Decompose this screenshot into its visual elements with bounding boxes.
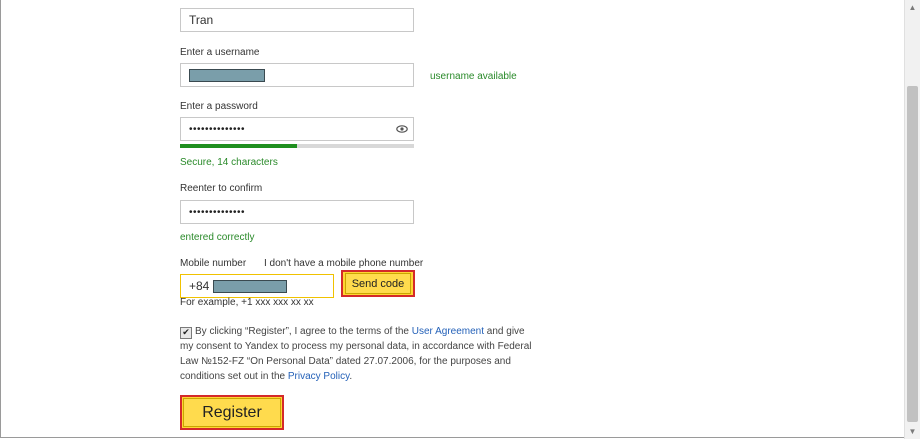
confirm-label: Reenter to confirm xyxy=(180,183,263,194)
register-label: Register xyxy=(183,398,281,427)
redacted-phone xyxy=(213,279,288,293)
scroll-up-arrow-icon[interactable]: ▲ xyxy=(905,0,920,15)
agree-checkbox[interactable]: ✔ xyxy=(180,327,192,339)
phone-example: For example, +1 xxx xxx xx xx xyxy=(180,297,314,308)
phone-prefix: +84 xyxy=(189,279,210,293)
username-label: Enter a username xyxy=(180,47,260,58)
mobile-label: Mobile number xyxy=(180,258,247,269)
password-strength-fill xyxy=(180,144,297,148)
username-status: username available xyxy=(430,71,517,82)
scroll-thumb[interactable] xyxy=(907,86,918,422)
user-agreement-link[interactable]: User Agreement xyxy=(412,326,484,337)
eye-icon[interactable] xyxy=(396,123,408,135)
confirm-password-input[interactable]: •••••••••••••• xyxy=(180,200,414,224)
scroll-down-arrow-icon[interactable]: ▼ xyxy=(905,424,920,439)
privacy-policy-link[interactable]: Privacy Policy xyxy=(288,371,350,382)
password-label: Enter a password xyxy=(180,101,258,112)
phone-input[interactable]: +84 xyxy=(180,274,334,298)
password-input[interactable]: •••••••••••••• xyxy=(180,117,414,141)
agreement-text: ✔ By clicking “Register”, I agree to the … xyxy=(180,324,540,384)
scrollbar[interactable]: ▲ ▼ xyxy=(904,0,920,439)
send-code-button[interactable]: Send code xyxy=(341,270,415,297)
last-name-value: Tran xyxy=(189,13,214,27)
send-code-label: Send code xyxy=(345,273,411,294)
password-strength-text: Secure, 14 characters xyxy=(180,157,278,168)
password-dots: •••••••••••••• xyxy=(189,123,246,135)
redacted-username xyxy=(189,68,265,82)
confirm-dots: •••••••••••••• xyxy=(189,206,246,218)
last-name-input[interactable]: Tran xyxy=(180,8,414,32)
password-strength-bar xyxy=(180,144,414,148)
agreement-part-3: . xyxy=(349,371,353,382)
username-input[interactable] xyxy=(180,63,414,87)
agreement-part-1: By clicking “Register”, I agree to the t… xyxy=(195,326,412,337)
confirm-status: entered correctly xyxy=(180,232,255,243)
no-phone-link[interactable]: I don't have a mobile phone number xyxy=(264,258,423,269)
register-button[interactable]: Register xyxy=(180,395,284,430)
